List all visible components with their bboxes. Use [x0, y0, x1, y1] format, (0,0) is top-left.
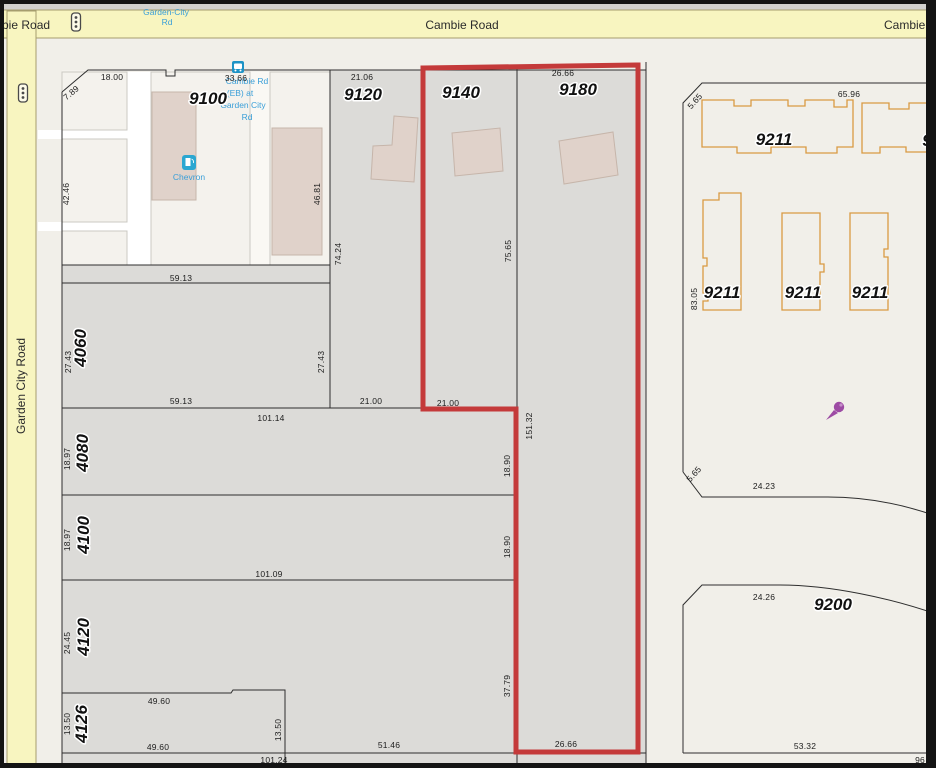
dimension-labels-item: 49.60 — [148, 696, 170, 706]
lot-number-labels-item: 9100 — [189, 89, 227, 108]
lot-number-labels-item: 9211 — [852, 283, 889, 302]
building-9180 — [559, 132, 618, 184]
dimension-labels-item: 59.13 — [170, 396, 192, 406]
traffic-light-icon — [19, 84, 28, 102]
dimension-labels-item: 13.50 — [62, 713, 72, 735]
dimension-labels-item: 75.65 — [503, 240, 513, 262]
poi-labels-item: Garden-City — [143, 7, 190, 17]
dimension-labels-item: 151.32 — [524, 412, 534, 439]
road-labels-item: Garden City Road — [14, 338, 28, 434]
dimension-labels-item: 33.66 — [225, 73, 247, 83]
dimension-labels-item: 18.00 — [101, 72, 123, 82]
map-canvas[interactable]: Garden-CityRdCambie Rd(EB) atGarden City… — [0, 0, 936, 768]
dimension-labels-item: 18.90 — [502, 455, 512, 477]
dimension-labels-item: 24.45 — [62, 632, 72, 654]
dimension-labels-item: 26.66 — [555, 739, 577, 749]
poi-labels-item: Garden City — [220, 100, 266, 110]
dimension-labels-item: 65.96 — [838, 89, 860, 99]
poi-labels-item: (EB) at — [227, 88, 254, 98]
lot-number-labels-item: 4100 — [74, 516, 93, 555]
poi-labels-item: Chevron — [173, 172, 205, 182]
traffic-light-icon — [72, 13, 81, 31]
poi-labels-item: Rd — [162, 17, 173, 27]
fuel-pump-icon — [182, 155, 196, 170]
dimension-labels-item: 46.81 — [312, 183, 322, 205]
dimension-labels-item: 24.26 — [753, 592, 775, 602]
dimension-labels-item: 13.50 — [273, 719, 283, 741]
lot-number-labels-item: 4060 — [71, 329, 90, 368]
dimension-labels-item: 59.13 — [170, 273, 192, 283]
lot-number-labels-item: 9211 — [756, 130, 793, 149]
lot-number-labels-item: 4126 — [72, 705, 91, 744]
lot-number-labels-item: 9211 — [785, 283, 822, 302]
lot-number-labels-item: 4080 — [73, 434, 92, 473]
driveway — [127, 72, 151, 265]
dimension-labels-item: 26.66 — [552, 68, 574, 78]
lot-number-labels-item: 9180 — [559, 80, 597, 99]
dimension-labels-item: 53.32 — [794, 741, 816, 751]
dimension-labels-item: 27.43 — [316, 351, 326, 373]
dimension-labels-item: 101.09 — [255, 569, 282, 579]
building-9140 — [452, 128, 503, 176]
dimension-labels-item: 18.97 — [62, 448, 72, 470]
poi-labels-item: Rd — [242, 112, 253, 122]
lot-number-labels-item: 9120 — [344, 85, 382, 104]
dimension-labels-item: 24.23 — [753, 481, 775, 491]
lot-number-labels-item: 9211 — [704, 283, 741, 302]
dimension-labels-item: 21.00 — [360, 396, 382, 406]
road-labels-item: bie Road — [2, 18, 50, 32]
dimension-labels-item: 51.46 — [378, 740, 400, 750]
dimension-labels-item: 18.90 — [502, 536, 512, 558]
dimension-labels-item: 37.79 — [502, 675, 512, 697]
dimension-labels-item: 21.00 — [437, 398, 459, 408]
building-chevron — [152, 92, 196, 200]
dimension-labels-item: 101.14 — [257, 413, 284, 423]
dimension-labels-item: 83.05 — [689, 288, 699, 310]
road-labels-item: Cambie Road — [425, 18, 498, 32]
bus-stop-icon — [232, 61, 244, 73]
map-viewport[interactable]: Garden-CityRdCambie Rd(EB) atGarden City… — [0, 0, 936, 768]
dimension-labels-item: 18.97 — [62, 529, 72, 551]
dimension-labels-item: 49.60 — [147, 742, 169, 752]
lot-number-labels-item: 9140 — [442, 83, 480, 102]
dimension-labels-item: 21.06 — [351, 72, 373, 82]
dimension-labels-item: 74.24 — [333, 243, 343, 265]
lot-number-labels-item: 9200 — [814, 595, 852, 614]
lot-number-labels-item: 4120 — [74, 618, 93, 657]
dimension-labels-item: 42.46 — [61, 183, 71, 205]
